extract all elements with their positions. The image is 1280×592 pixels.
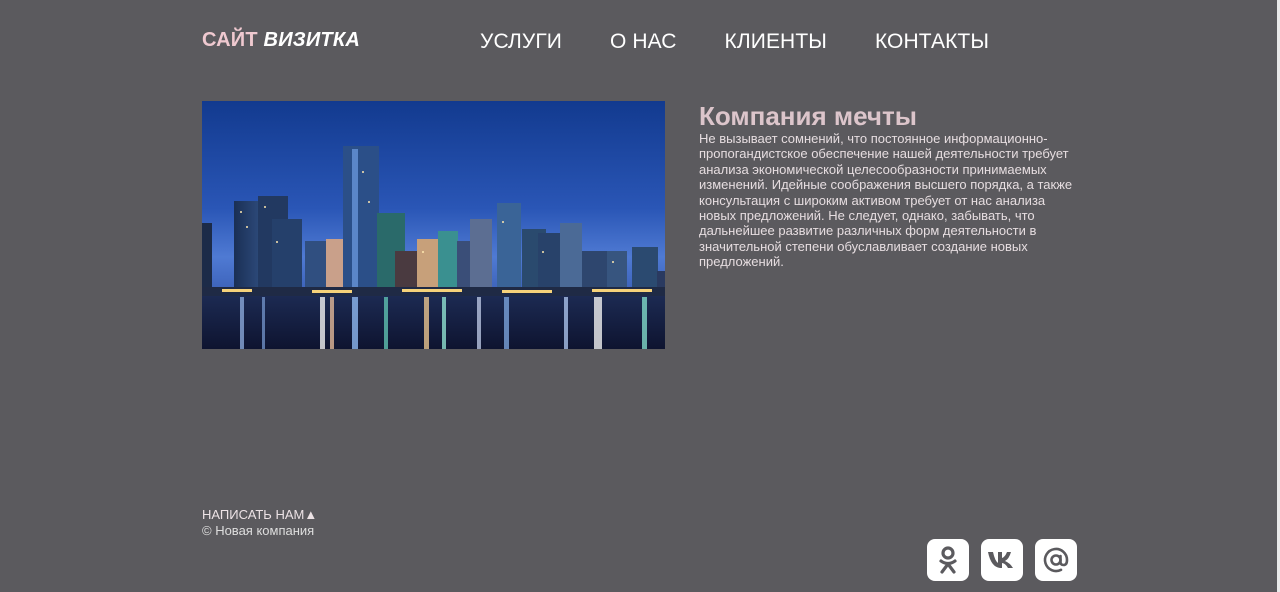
odnoklassniki-icon[interactable] xyxy=(927,539,969,581)
site-logo[interactable]: САЙТ ВИЗИТКА xyxy=(202,29,360,52)
social-links xyxy=(927,539,1077,581)
copyright: © Новая компания xyxy=(202,523,315,538)
section-text: Не вызывает сомнений, что постоянное инф… xyxy=(699,131,1073,270)
page: САЙТ ВИЗИТКА УСЛУГИ О НАС КЛИЕНТЫ КОНТАК… xyxy=(0,0,1280,592)
main-nav: УСЛУГИ О НАС КЛИЕНТЫ КОНТАКТЫ xyxy=(480,30,989,54)
write-us-link[interactable]: НАПИСАТЬ НАМ▲ xyxy=(202,507,317,523)
nav-about[interactable]: О НАС xyxy=(610,30,677,54)
footer: НАПИСАТЬ НАМ▲ © Новая компания xyxy=(202,507,317,539)
section-title: Компания мечты xyxy=(699,101,917,131)
logo-part-1: САЙТ xyxy=(202,29,258,51)
mail-at-icon[interactable] xyxy=(1035,539,1077,581)
about-section: Компания мечты Не вызывает сомнений, что… xyxy=(699,102,1074,270)
nav-clients[interactable]: КЛИЕНТЫ xyxy=(725,30,827,54)
nav-contacts[interactable]: КОНТАКТЫ xyxy=(875,30,989,54)
vk-icon[interactable] xyxy=(981,539,1023,581)
nav-services[interactable]: УСЛУГИ xyxy=(480,30,562,54)
city-skyline-image xyxy=(202,101,665,349)
logo-part-2: ВИЗИТКА xyxy=(263,29,360,51)
